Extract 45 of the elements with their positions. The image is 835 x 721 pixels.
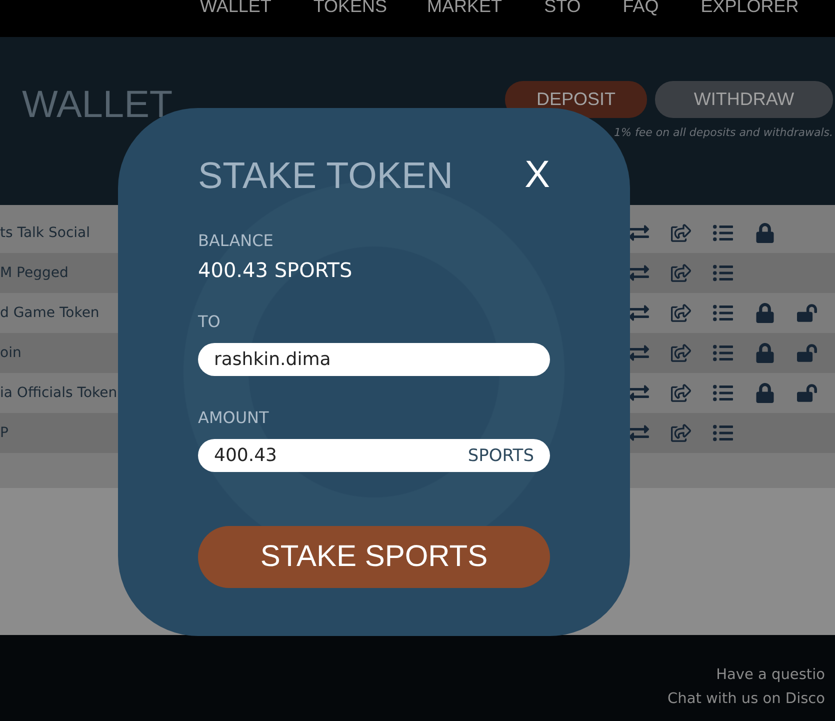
transfer-icon[interactable]: [629, 343, 649, 363]
token-name: ia Officials Token: [0, 385, 118, 401]
fee-note: 1% fee on all deposits and withdrawals.: [614, 126, 833, 139]
transfer-icon[interactable]: [629, 383, 649, 403]
token-name: M Pegged: [0, 265, 68, 281]
list-icon[interactable]: [713, 263, 733, 283]
list-icon[interactable]: [713, 343, 733, 363]
lock-icon[interactable]: [755, 383, 775, 403]
balance-label: BALANCE: [198, 231, 274, 250]
list-icon[interactable]: [713, 223, 733, 243]
unlock-icon[interactable]: [797, 383, 817, 403]
transfer-icon[interactable]: [629, 263, 649, 283]
footer-text: Have a questio: [716, 666, 825, 685]
to-label: TO: [198, 312, 222, 331]
dialog-title: STAKE TOKEN: [198, 154, 453, 196]
lock-icon[interactable]: [755, 343, 775, 363]
lock-icon[interactable]: [755, 223, 775, 243]
unit-label: SPORTS: [468, 446, 534, 466]
share-icon[interactable]: [671, 383, 691, 403]
share-icon[interactable]: [671, 263, 691, 283]
share-icon[interactable]: [671, 223, 691, 243]
transfer-icon[interactable]: [629, 423, 649, 443]
lock-icon[interactable]: [755, 303, 775, 323]
share-icon[interactable]: [671, 423, 691, 443]
unlock-icon[interactable]: [797, 343, 817, 363]
list-icon[interactable]: [713, 423, 733, 443]
token-name: oin: [0, 345, 22, 361]
token-name: P: [0, 425, 8, 441]
list-icon[interactable]: [713, 383, 733, 403]
share-icon[interactable]: [671, 343, 691, 363]
transfer-icon[interactable]: [629, 303, 649, 323]
recipient-field[interactable]: rashkin.dima: [198, 343, 550, 376]
transfer-icon[interactable]: [629, 223, 649, 243]
share-icon[interactable]: [671, 303, 691, 323]
amount-label: AMOUNT: [198, 408, 270, 427]
balance-value: 400.43 SPORTS: [198, 258, 354, 282]
token-name: d Game Token: [0, 305, 100, 321]
token-name: ts Talk Social: [0, 225, 90, 241]
list-icon[interactable]: [713, 303, 733, 323]
page-title: WALLET: [22, 84, 173, 128]
stake-button[interactable]: STAKE SPORTS: [198, 526, 550, 588]
footer-text: Chat with us on Disco: [668, 690, 825, 709]
unlock-icon[interactable]: [797, 303, 817, 323]
close-button[interactable]: X: [524, 154, 550, 197]
withdraw-button[interactable]: WITHDRAW: [655, 81, 833, 118]
